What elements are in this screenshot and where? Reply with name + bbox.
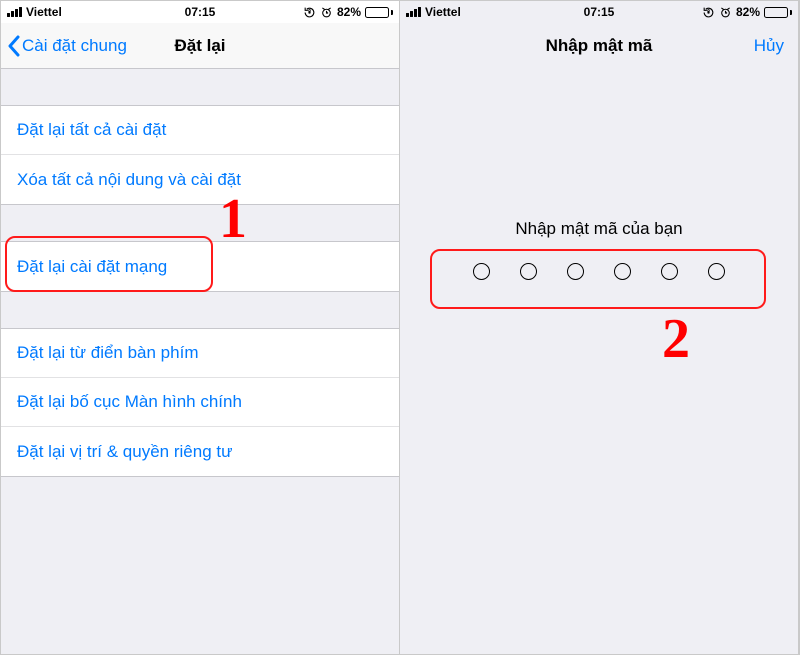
alarm-icon	[320, 6, 333, 19]
passcode-dot	[614, 263, 631, 280]
passcode-dots[interactable]	[473, 263, 725, 280]
nav-title: Đặt lại	[174, 36, 225, 56]
passcode-dot	[708, 263, 725, 280]
status-left: Viettel	[7, 5, 185, 19]
nav-bar: Nhập mật mã Hủy	[400, 23, 798, 69]
orientation-lock-icon	[303, 6, 316, 19]
content-area: Đặt lại tất cả cài đặt Xóa tất cả nội du…	[1, 69, 399, 654]
screen-passcode: Viettel 07:15 82% Nhập mật mã Hủy Nhập m…	[400, 1, 799, 654]
content-area: Nhập mật mã của bạn 2	[400, 69, 798, 654]
passcode-dot	[661, 263, 678, 280]
signal-icon	[7, 7, 22, 17]
reset-all-settings[interactable]: Đặt lại tất cả cài đặt	[1, 106, 399, 155]
battery-icon	[365, 7, 393, 18]
reset-location-privacy[interactable]: Đặt lại vị trí & quyền riêng tư	[1, 427, 399, 476]
carrier-label: Viettel	[26, 5, 62, 19]
battery-percent: 82%	[736, 5, 760, 19]
reset-keyboard-dictionary[interactable]: Đặt lại từ điển bàn phím	[1, 329, 399, 378]
status-right: 82%	[614, 5, 792, 19]
erase-all-content[interactable]: Xóa tất cả nội dung và cài đặt	[1, 155, 399, 204]
reset-network-settings[interactable]: Đặt lại cài đặt mạng	[1, 242, 399, 291]
passcode-dot	[520, 263, 537, 280]
signal-icon	[406, 7, 421, 17]
status-left: Viettel	[406, 5, 584, 19]
status-time: 07:15	[185, 5, 216, 19]
passcode-dot	[567, 263, 584, 280]
alarm-icon	[719, 6, 732, 19]
battery-percent: 82%	[337, 5, 361, 19]
status-right: 82%	[215, 5, 393, 19]
reset-group-3: Đặt lại từ điển bàn phím Đặt lại bố cục …	[1, 328, 399, 477]
passcode-prompt: Nhập mật mã của bạn	[400, 219, 798, 280]
orientation-lock-icon	[702, 6, 715, 19]
reset-group-2: Đặt lại cài đặt mạng	[1, 241, 399, 292]
status-bar: Viettel 07:15 82%	[1, 1, 399, 23]
battery-icon	[764, 7, 792, 18]
screen-reset-settings: Viettel 07:15 82% Cài đặt chung Đặt lại …	[1, 1, 400, 654]
back-label: Cài đặt chung	[22, 36, 127, 56]
passcode-dot	[473, 263, 490, 280]
nav-title: Nhập mật mã	[546, 36, 653, 56]
reset-group-1: Đặt lại tất cả cài đặt Xóa tất cả nội du…	[1, 105, 399, 205]
status-time: 07:15	[584, 5, 615, 19]
chevron-left-icon	[7, 35, 20, 57]
annotation-number-2: 2	[662, 307, 690, 371]
passcode-label: Nhập mật mã của bạn	[515, 219, 682, 239]
cancel-button[interactable]: Hủy	[754, 36, 784, 56]
back-button[interactable]: Cài đặt chung	[7, 35, 127, 57]
carrier-label: Viettel	[425, 5, 461, 19]
nav-bar: Cài đặt chung Đặt lại	[1, 23, 399, 69]
status-bar: Viettel 07:15 82%	[400, 1, 798, 23]
reset-home-layout[interactable]: Đặt lại bố cục Màn hình chính	[1, 378, 399, 427]
